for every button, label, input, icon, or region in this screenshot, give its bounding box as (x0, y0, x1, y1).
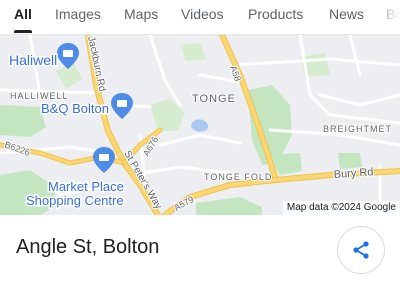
place-label-haliwell: Haliwell (9, 52, 57, 68)
tab-images[interactable]: Images (55, 6, 101, 22)
area-label-breightmet: BREIGHTMET (323, 124, 392, 134)
shopping-bag-icon (63, 50, 73, 57)
tab-news[interactable]: News (329, 6, 364, 22)
place-title: Angle St, Bolton (16, 236, 160, 258)
area-label-tonge: TONGE (192, 93, 236, 105)
share-button[interactable] (337, 226, 385, 274)
tab-overflow-fade (370, 0, 400, 33)
active-tab-indicator (14, 30, 32, 33)
area-label-halliwell: HALLIWELL (10, 91, 69, 101)
share-icon (353, 241, 369, 259)
area-label-tonge-fold: TONGE FOLD (204, 172, 272, 182)
place-label-market-place-line1: Market Place (48, 179, 124, 194)
search-tabs: All Images Maps Videos Products News Bo (0, 0, 400, 35)
tab-all[interactable]: All (14, 6, 32, 22)
map-attribution: Map data ©2024 Google (282, 201, 400, 215)
shopping-bag-icon (117, 100, 127, 107)
tab-maps[interactable]: Maps (124, 6, 158, 22)
place-label-bq-bolton: B&Q Bolton (41, 101, 109, 116)
map-view[interactable]: Haliwell HALLIWELL B&Q Bolton TONGE BREI… (0, 35, 400, 215)
tab-products[interactable]: Products (248, 6, 303, 22)
place-label-market-place-line2: Shopping Centre (26, 193, 124, 208)
shopping-bag-icon (99, 154, 109, 161)
tab-videos[interactable]: Videos (181, 6, 224, 22)
